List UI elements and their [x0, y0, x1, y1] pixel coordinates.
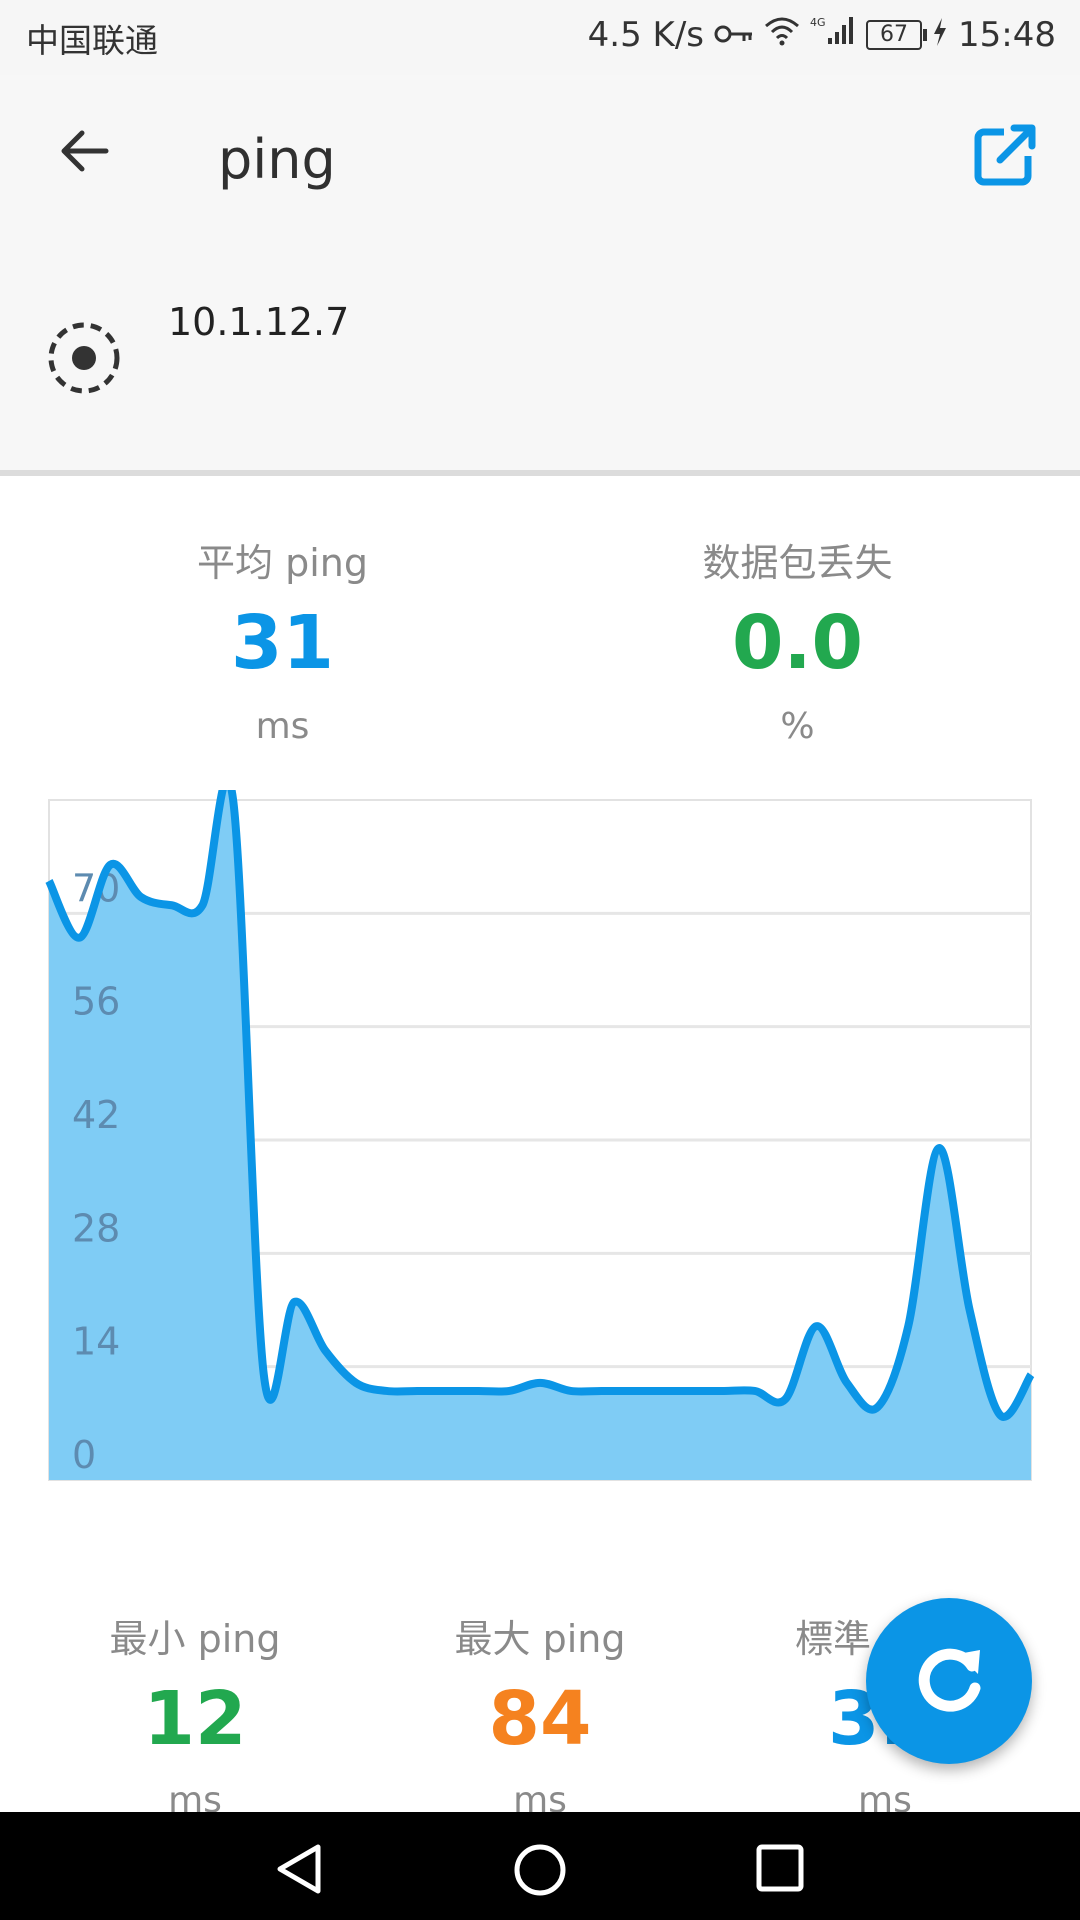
open-external-button[interactable]	[968, 120, 1040, 192]
refresh-icon	[918, 1648, 981, 1712]
page-title: ping	[218, 128, 336, 191]
navigation-bar	[0, 1812, 1080, 1920]
svg-text:4G: 4G	[810, 16, 826, 29]
nav-recent-icon[interactable]	[754, 1842, 806, 1894]
nav-home-icon[interactable]	[512, 1842, 568, 1898]
carrier-name: 中国联通	[26, 21, 158, 60]
target-icon	[44, 318, 124, 398]
open-external-icon	[974, 124, 1036, 186]
max-ping-value: 84	[488, 1676, 592, 1762]
battery-icon: 67	[866, 19, 928, 50]
y-tick-label: 42	[72, 1093, 120, 1137]
y-tick-label: 28	[72, 1206, 120, 1250]
nav-back-icon[interactable]	[272, 1842, 326, 1896]
y-tick-label: 0	[72, 1433, 96, 1477]
key-icon	[714, 15, 754, 55]
y-tick-label: 56	[72, 980, 120, 1024]
avg-ping-unit: ms	[255, 706, 310, 747]
host-address: 10.1.12.7	[168, 300, 350, 344]
net-speed: 4.5 K/s	[587, 14, 705, 55]
wifi-icon	[764, 15, 800, 55]
ping-chart: 01428425670	[45, 790, 1035, 1481]
avg-ping-value: 31	[231, 600, 334, 686]
min-ping-label: 最小 ping	[109, 1617, 281, 1661]
signal-4g-icon: 4G	[810, 14, 856, 55]
refresh-button[interactable]	[866, 1598, 1032, 1764]
min-ping-value: 12	[143, 1676, 247, 1762]
app-bar	[0, 75, 1080, 471]
chart-area	[49, 790, 1031, 1480]
avg-ping-label: 平均 ping	[197, 541, 368, 585]
status-right: 4.5 K/s 4G 67 15:48	[588, 14, 1056, 55]
divider	[0, 470, 1080, 476]
packet-loss-label: 数据包丢失	[702, 541, 893, 585]
status-bar: 中国联通 4.5 K/s 4G 67 15:48	[0, 0, 1080, 75]
packet-loss-unit: %	[780, 706, 815, 747]
max-ping-label: 最大 ping	[454, 1617, 626, 1661]
back-button[interactable]	[48, 115, 120, 187]
back-arrow-icon	[61, 130, 109, 172]
y-tick-label: 14	[72, 1320, 120, 1364]
charging-icon	[932, 15, 948, 55]
clock: 15:48	[958, 14, 1056, 55]
packet-loss-value: 0.0	[731, 600, 864, 686]
